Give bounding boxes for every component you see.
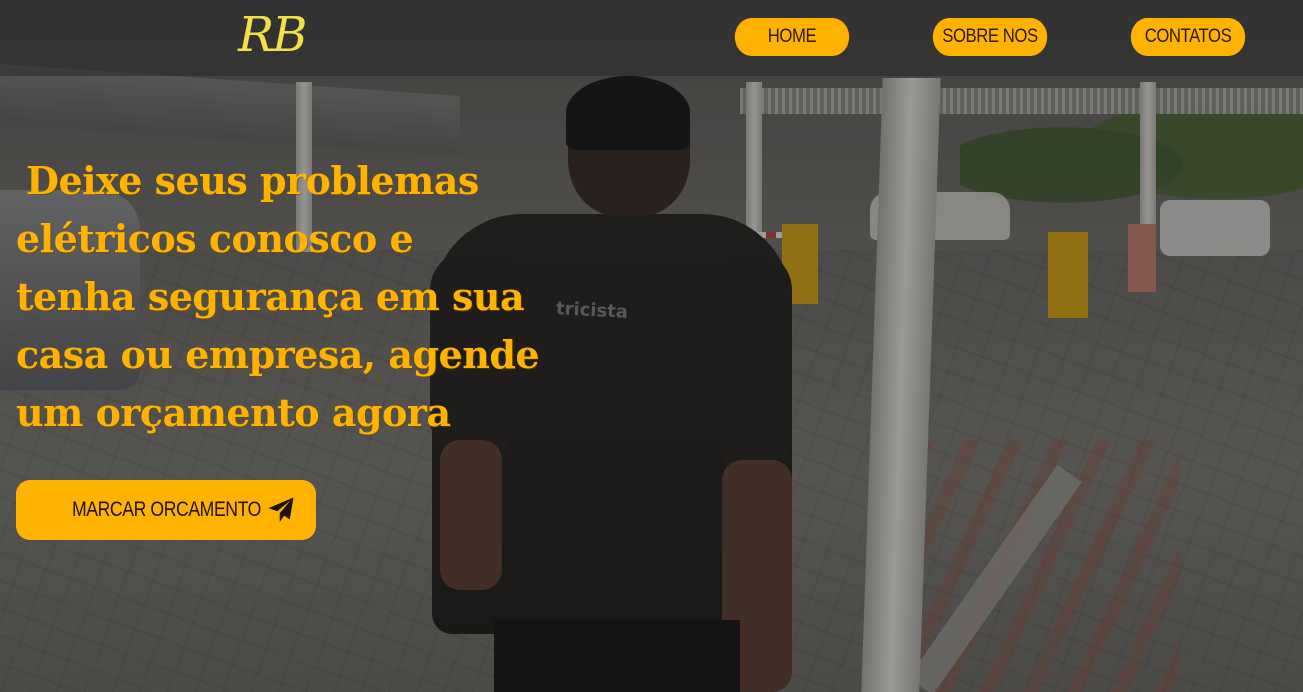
headline-line: Deixe seus problemas	[26, 158, 479, 203]
headline-line: tenha segurança em sua	[16, 274, 525, 319]
nav-contatos-button[interactable]: CONTATOS	[1130, 18, 1246, 56]
cta-label: MARCAR ORCAMENTO	[71, 498, 261, 521]
hero-headline: Deixe seus problemas elétricos conosco e…	[16, 152, 616, 442]
hero-section: tricista RB HOME SOBRE NOS CONTATOS Deix…	[0, 0, 1303, 692]
logo[interactable]: RB	[238, 4, 307, 66]
headline-line: elétricos conosco e	[16, 216, 414, 261]
marcar-orcamento-button[interactable]: MARCAR ORCAMENTO	[16, 480, 316, 540]
site-header: RB HOME SOBRE NOS CONTATOS	[0, 0, 1303, 76]
nav-home-button[interactable]: HOME	[734, 18, 850, 56]
paper-plane-icon	[268, 497, 294, 522]
nav-sobre-nos-button[interactable]: SOBRE NOS	[932, 18, 1048, 56]
headline-line: um orçamento agora	[16, 390, 451, 435]
headline-line: casa ou empresa, agende	[16, 332, 540, 377]
